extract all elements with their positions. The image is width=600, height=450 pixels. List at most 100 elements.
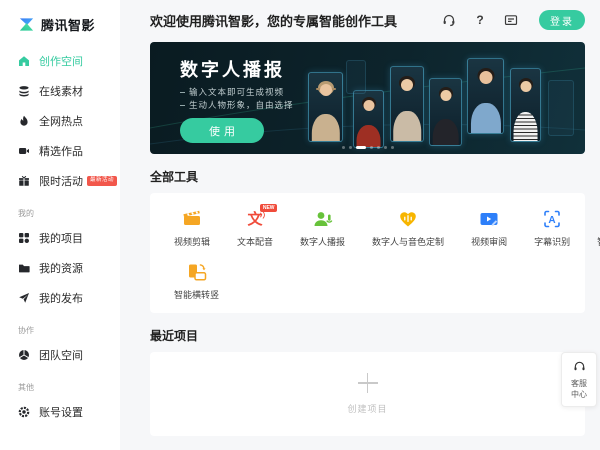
- fire-icon: [18, 115, 30, 127]
- tools-row: 视频剪辑 文 NEW 文本配音 数字人播报 数字人与音: [174, 208, 561, 248]
- login-button[interactable]: 登录: [539, 10, 585, 30]
- digital-human-card: [467, 58, 504, 134]
- tool-label: 数字人与音色定制: [372, 235, 444, 248]
- headset-icon[interactable]: [442, 13, 456, 27]
- carousel-dot[interactable]: [342, 146, 345, 149]
- sidebar-item-label: 账号设置: [39, 404, 83, 420]
- folder-icon: [18, 262, 30, 274]
- sidebar-nav: 创作空间 在线素材 全网热点 精选作品 限时活动 最新活动 我的 我的项目 我的…: [18, 46, 120, 427]
- sidebar-item-label: 精选作品: [39, 143, 83, 159]
- tool-video-review[interactable]: 视频审阅: [471, 208, 507, 248]
- rotate-icon: [186, 261, 208, 283]
- carousel-dot[interactable]: [356, 146, 366, 149]
- sidebar-item-my-resources[interactable]: 我的资源: [18, 253, 120, 283]
- sidebar-item-limited-events[interactable]: 限时活动 最新活动: [18, 166, 120, 196]
- sidebar-item-label: 限时活动: [39, 173, 83, 189]
- digital-human-card: [346, 60, 366, 94]
- carousel-dot[interactable]: [391, 146, 394, 149]
- welcome-text: 欢迎使用腾讯智影，您的专属智能创作工具: [150, 11, 442, 30]
- tool-label: 文本配音: [237, 235, 273, 248]
- sidebar-item-label: 团队空间: [39, 347, 83, 363]
- sidebar-item-label: 创作空间: [39, 53, 83, 69]
- sidebar-item-trending[interactable]: 全网热点: [18, 106, 120, 136]
- support-label-line: 客服: [562, 378, 596, 389]
- tools-row: 智能横转竖: [174, 261, 561, 301]
- digital-human-card: [353, 90, 384, 148]
- tool-label: 智能横转竖: [174, 288, 219, 301]
- carousel-dot[interactable]: [349, 146, 352, 149]
- topbar: 欢迎使用腾讯智影，您的专属智能创作工具 ? 登录: [120, 0, 600, 40]
- sidebar-item-label: 在线素材: [39, 83, 83, 99]
- sidebar-group-label: 协作: [18, 325, 120, 336]
- avatar-broadcast-icon: [312, 208, 334, 230]
- activity-badge: 最新活动: [87, 176, 117, 187]
- sidebar-group-label: 我的: [18, 208, 120, 219]
- tool-label: 字幕识别: [534, 235, 570, 248]
- sidebar-item-team-space[interactable]: 团队空间: [18, 340, 120, 370]
- tool-label: 数字人播报: [300, 235, 345, 248]
- tool-subtitle-recognition[interactable]: A 字幕识别: [534, 208, 570, 248]
- support-label-line: 中心: [562, 389, 596, 400]
- layers-icon: [18, 85, 30, 97]
- digital-human-card: [548, 80, 574, 136]
- tools-section-title: 全部工具: [150, 168, 585, 185]
- digital-human-card: [429, 78, 462, 146]
- brand-logo[interactable]: 腾讯智影: [18, 12, 120, 36]
- sidebar-item-my-publish[interactable]: 我的发布: [18, 283, 120, 313]
- video-review-icon: [478, 208, 500, 230]
- main-content: 数字人播报 输入文本即可生成视频 生动人物形象，自由选择 使用 全部工具 视频剪…: [120, 40, 600, 450]
- digital-human-card: [390, 66, 424, 142]
- clapper-icon: [181, 208, 203, 230]
- sidebar-item-my-projects[interactable]: 我的项目: [18, 223, 120, 253]
- tool-digital-human-broadcast[interactable]: 数字人播报: [300, 208, 345, 248]
- carousel-dot[interactable]: [384, 146, 387, 149]
- sidebar-item-label: 我的资源: [39, 260, 83, 276]
- brand-logo-icon: [18, 16, 35, 33]
- tool-avatar-voice-custom[interactable]: 数字人与音色定制: [372, 208, 444, 248]
- hero-banner: 数字人播报 输入文本即可生成视频 生动人物形象，自由选择 使用: [150, 42, 585, 154]
- banner-desc-line: 生动人物形象，自由选择: [180, 99, 294, 111]
- headset-icon: [573, 360, 586, 373]
- subtitle-icon: A: [541, 208, 563, 230]
- topbar-icons: ? 登录: [442, 10, 585, 30]
- digital-human-card: [510, 68, 541, 142]
- team-icon: [18, 349, 30, 361]
- sidebar-group-label: 其他: [18, 382, 120, 393]
- tool-smart-rotate[interactable]: 智能横转竖: [174, 261, 219, 301]
- video-camera-icon: [18, 145, 30, 157]
- new-badge: NEW: [260, 204, 277, 212]
- sidebar-item-featured-works[interactable]: 精选作品: [18, 136, 120, 166]
- create-project-card[interactable]: 创建项目: [150, 352, 585, 436]
- sidebar-item-label: 我的发布: [39, 290, 83, 306]
- help-icon[interactable]: ?: [473, 13, 487, 27]
- svg-text:A: A: [548, 215, 555, 226]
- gear-icon: [18, 406, 30, 418]
- sidebar-item-online-assets[interactable]: 在线素材: [18, 76, 120, 106]
- send-icon: [18, 292, 30, 304]
- banner-desc-line: 输入文本即可生成视频: [180, 86, 284, 98]
- grid-icon: [18, 232, 30, 244]
- banner-title: 数字人播报: [180, 56, 285, 82]
- carousel-dot[interactable]: [377, 146, 380, 149]
- plus-icon: [358, 373, 378, 393]
- carousel-dot[interactable]: [370, 146, 373, 149]
- sidebar-item-label: 我的项目: [39, 230, 83, 246]
- feedback-icon[interactable]: [504, 13, 518, 27]
- tools-card: 视频剪辑 文 NEW 文本配音 数字人播报 数字人与音: [150, 193, 585, 313]
- carousel-dots: [150, 146, 585, 149]
- tool-label: 视频审阅: [471, 235, 507, 248]
- banner-use-button[interactable]: 使用: [180, 118, 264, 143]
- recent-section-title: 最近项目: [150, 327, 585, 344]
- support-center-widget[interactable]: 客服 中心: [561, 352, 597, 407]
- create-project-label: 创建项目: [347, 402, 387, 415]
- sidebar-item-label: 全网热点: [39, 113, 83, 129]
- tool-text-to-speech[interactable]: 文 NEW 文本配音: [237, 208, 273, 248]
- sidebar-item-account-settings[interactable]: 账号设置: [18, 397, 120, 427]
- sidebar: 腾讯智影 创作空间 在线素材 全网热点 精选作品 限时活动 最新活动 我的 我的…: [0, 0, 120, 450]
- digital-human-card: [308, 72, 343, 142]
- home-icon: [18, 55, 30, 67]
- gift-icon: [18, 175, 30, 187]
- text-voice-icon: 文 NEW: [244, 208, 266, 230]
- sidebar-item-creative-space[interactable]: 创作空间: [18, 46, 120, 76]
- tool-video-edit[interactable]: 视频剪辑: [174, 208, 210, 248]
